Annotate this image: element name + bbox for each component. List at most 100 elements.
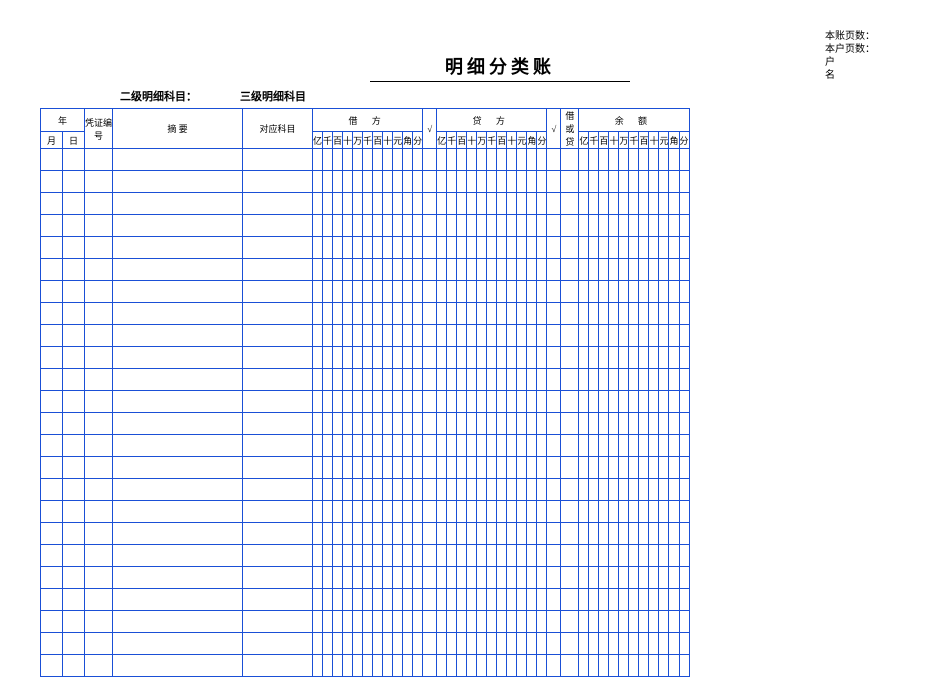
cell-debit-digit[interactable] (343, 479, 353, 501)
cell-voucher[interactable] (85, 501, 113, 523)
cell-credit-digit[interactable] (487, 611, 497, 633)
cell-balance-digit[interactable] (609, 171, 619, 193)
cell-credit-digit[interactable] (537, 325, 547, 347)
cell-balance-digit[interactable] (619, 391, 629, 413)
cell-balance-digit[interactable] (619, 369, 629, 391)
cell-balance-digit[interactable] (599, 193, 609, 215)
cell-balance-digit[interactable] (639, 435, 649, 457)
cell-subject[interactable] (243, 303, 313, 325)
cell-debit-digit[interactable] (393, 523, 403, 545)
cell-balance-digit[interactable] (639, 611, 649, 633)
cell-credit-digit[interactable] (447, 611, 457, 633)
cell-balance-digit[interactable] (629, 611, 639, 633)
cell-debit-digit[interactable] (373, 545, 383, 567)
cell-credit-digit[interactable] (447, 589, 457, 611)
cell-balance-digit[interactable] (639, 567, 649, 589)
cell-debit-digit[interactable] (323, 523, 333, 545)
cell-credit-digit[interactable] (527, 391, 537, 413)
cell-balance-digit[interactable] (649, 479, 659, 501)
cell-debit-digit[interactable] (333, 457, 343, 479)
cell-credit-digit[interactable] (437, 149, 447, 171)
cell-balance-digit[interactable] (599, 149, 609, 171)
cell-debit-digit[interactable] (393, 655, 403, 677)
cell-month[interactable] (41, 523, 63, 545)
cell-credit-digit[interactable] (447, 523, 457, 545)
cell-debit-digit[interactable] (403, 325, 413, 347)
cell-credit-digit[interactable] (457, 171, 467, 193)
cell-balance-digit[interactable] (599, 523, 609, 545)
cell-credit-digit[interactable] (527, 325, 537, 347)
cell-debit-digit[interactable] (403, 633, 413, 655)
cell-debit-digit[interactable] (323, 545, 333, 567)
cell-credit-digit[interactable] (517, 589, 527, 611)
cell-debit-digit[interactable] (343, 501, 353, 523)
cell-debit-digit[interactable] (343, 347, 353, 369)
cell-month[interactable] (41, 369, 63, 391)
cell-debit-digit[interactable] (393, 215, 403, 237)
cell-balance-digit[interactable] (669, 413, 679, 435)
cell-balance-digit[interactable] (599, 413, 609, 435)
cell-subject[interactable] (243, 479, 313, 501)
cell-balance-digit[interactable] (609, 435, 619, 457)
cell-voucher[interactable] (85, 193, 113, 215)
cell-month[interactable] (41, 193, 63, 215)
cell-debit-digit[interactable] (393, 567, 403, 589)
cell-credit-digit[interactable] (447, 193, 457, 215)
cell-debit-digit[interactable] (353, 281, 363, 303)
cell-credit-digit[interactable] (457, 413, 467, 435)
cell-credit-digit[interactable] (487, 369, 497, 391)
cell-debit-digit[interactable] (363, 325, 373, 347)
cell-subject[interactable] (243, 611, 313, 633)
cell-month[interactable] (41, 391, 63, 413)
cell-balance-digit[interactable] (659, 589, 669, 611)
cell-balance-digit[interactable] (609, 633, 619, 655)
cell-summary[interactable] (113, 413, 243, 435)
cell-month[interactable] (41, 325, 63, 347)
cell-debit-digit[interactable] (413, 413, 423, 435)
cell-debit-digit[interactable] (353, 193, 363, 215)
cell-check[interactable] (423, 149, 437, 171)
cell-credit-digit[interactable] (537, 215, 547, 237)
cell-credit-digit[interactable] (447, 149, 457, 171)
cell-debit-digit[interactable] (353, 391, 363, 413)
cell-debit-digit[interactable] (383, 523, 393, 545)
cell-credit-digit[interactable] (507, 237, 517, 259)
cell-credit-digit[interactable] (527, 369, 537, 391)
cell-credit-digit[interactable] (487, 259, 497, 281)
cell-debit-digit[interactable] (403, 655, 413, 677)
cell-day[interactable] (63, 347, 85, 369)
cell-debit-digit[interactable] (393, 369, 403, 391)
cell-credit-digit[interactable] (457, 215, 467, 237)
cell-debit-digit[interactable] (383, 215, 393, 237)
cell-credit-digit[interactable] (477, 193, 487, 215)
cell-credit-digit[interactable] (437, 347, 447, 369)
cell-credit-digit[interactable] (537, 281, 547, 303)
cell-drcr[interactable] (561, 567, 579, 589)
cell-balance-digit[interactable] (659, 633, 669, 655)
cell-debit-digit[interactable] (313, 149, 323, 171)
cell-credit-digit[interactable] (477, 633, 487, 655)
cell-debit-digit[interactable] (373, 193, 383, 215)
cell-drcr[interactable] (561, 523, 579, 545)
cell-credit-digit[interactable] (507, 435, 517, 457)
cell-balance-digit[interactable] (629, 237, 639, 259)
cell-subject[interactable] (243, 347, 313, 369)
cell-credit-digit[interactable] (477, 391, 487, 413)
cell-balance-digit[interactable] (639, 347, 649, 369)
cell-credit-digit[interactable] (497, 171, 507, 193)
cell-balance-digit[interactable] (589, 369, 599, 391)
cell-credit-digit[interactable] (437, 523, 447, 545)
cell-debit-digit[interactable] (413, 435, 423, 457)
cell-day[interactable] (63, 589, 85, 611)
cell-debit-digit[interactable] (323, 281, 333, 303)
cell-debit-digit[interactable] (353, 457, 363, 479)
cell-balance-digit[interactable] (669, 149, 679, 171)
cell-month[interactable] (41, 479, 63, 501)
cell-debit-digit[interactable] (343, 369, 353, 391)
cell-credit-digit[interactable] (467, 479, 477, 501)
cell-balance-digit[interactable] (679, 611, 689, 633)
cell-balance-digit[interactable] (659, 171, 669, 193)
cell-balance-digit[interactable] (649, 215, 659, 237)
cell-debit-digit[interactable] (413, 149, 423, 171)
cell-balance-digit[interactable] (679, 171, 689, 193)
